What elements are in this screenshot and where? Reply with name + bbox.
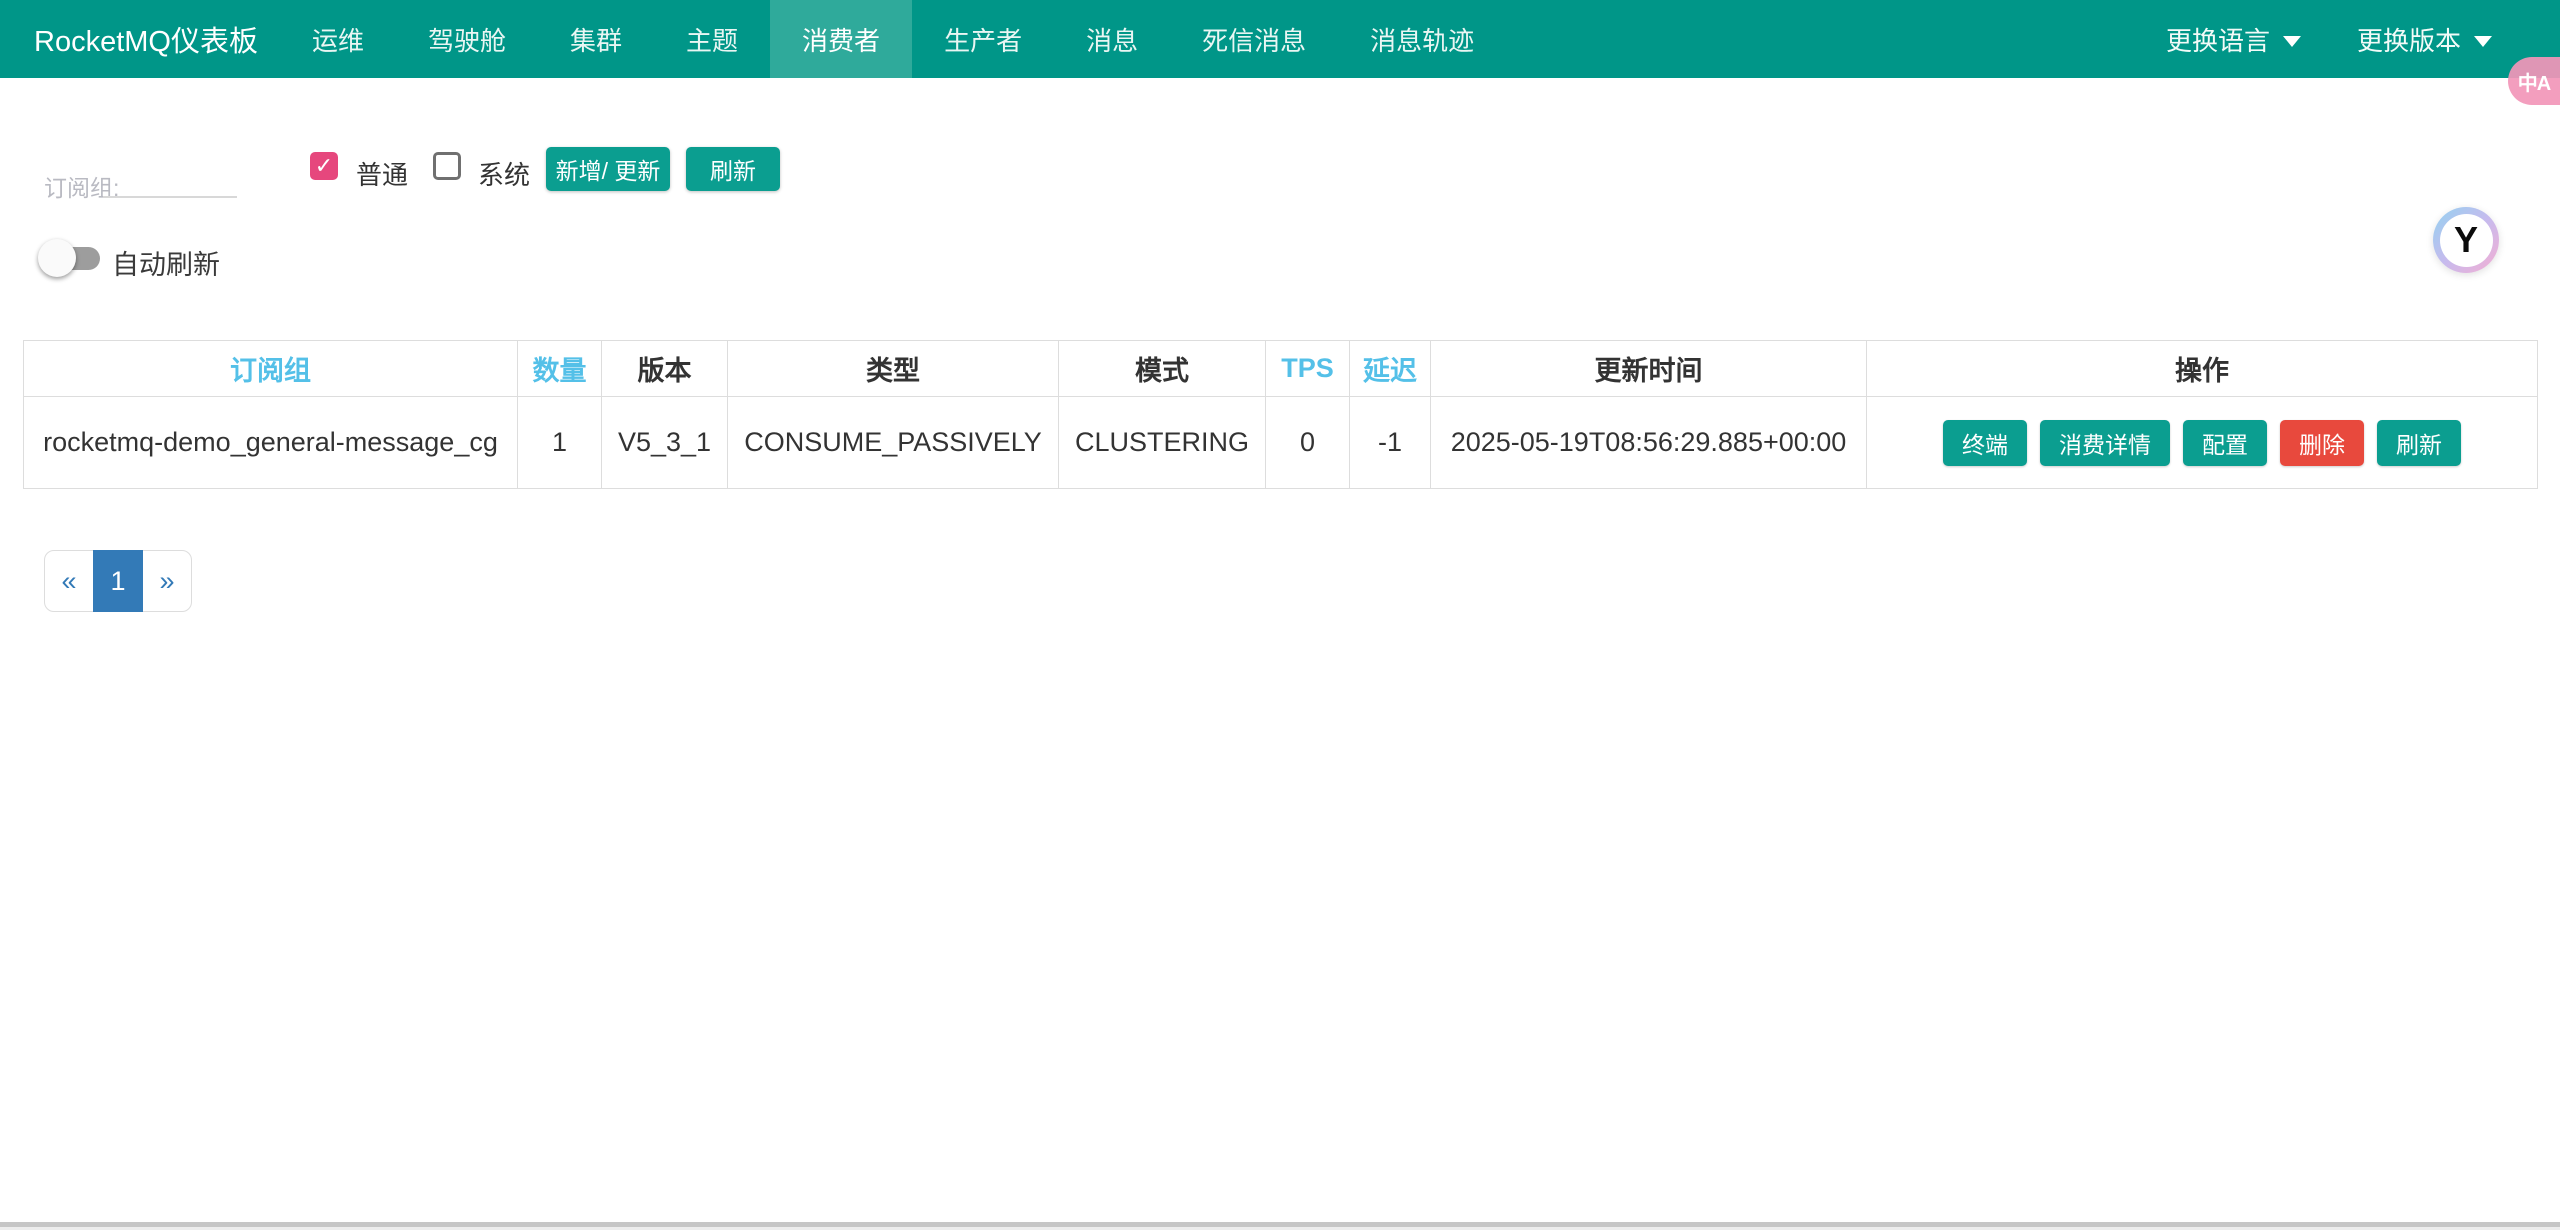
normal-checkbox[interactable]: ✓	[310, 152, 338, 180]
assistant-logo-icon: Y	[2440, 214, 2493, 267]
pagination-page-1[interactable]: 1	[93, 550, 143, 612]
consumer-group-table: 订阅组 数量 版本 类型 模式 TPS 延迟 更新时间 操作 rocketmq-…	[23, 340, 2537, 489]
nav-item-message-trace[interactable]: 消息轨迹	[1338, 0, 1506, 78]
header-type: 类型	[728, 341, 1059, 397]
change-language-label: 更换语言	[2166, 21, 2270, 58]
nav-item-dlq-message[interactable]: 死信消息	[1170, 0, 1338, 78]
cell-subscription-group: rocketmq-demo_general-message_cg	[24, 397, 518, 489]
pagination-next[interactable]: »	[142, 550, 192, 612]
header-quantity[interactable]: 数量	[518, 341, 602, 397]
config-button[interactable]: 配置	[2183, 420, 2267, 466]
translate-extension-icon[interactable]: 中A	[2508, 57, 2560, 105]
cell-type: CONSUME_PASSIVELY	[728, 397, 1059, 489]
translate-badge-glyph: 中A	[2518, 67, 2550, 96]
navbar-right: 更换语言 更换版本	[2138, 0, 2560, 78]
pagination-prev[interactable]: «	[44, 550, 94, 612]
refresh-button[interactable]: 刷新	[686, 147, 780, 191]
check-icon: ✓	[315, 153, 333, 179]
add-update-button[interactable]: 新增/ 更新	[546, 147, 670, 191]
row-refresh-button[interactable]: 刷新	[2377, 420, 2461, 466]
header-version: 版本	[602, 341, 728, 397]
toggle-thumb	[38, 239, 76, 277]
header-mode: 模式	[1059, 341, 1266, 397]
caret-down-icon	[2283, 36, 2301, 47]
nav-item-message[interactable]: 消息	[1054, 0, 1170, 78]
normal-checkbox-label[interactable]: 普通	[356, 155, 408, 192]
cell-update-time: 2025-05-19T08:56:29.885+00:00	[1431, 397, 1867, 489]
horizontal-scrollbar-thumb[interactable]	[0, 1222, 2560, 1227]
change-language-dropdown[interactable]: 更换语言	[2138, 0, 2329, 78]
cell-mode: CLUSTERING	[1059, 397, 1266, 489]
table-row: rocketmq-demo_general-message_cg 1 V5_3_…	[24, 397, 2538, 489]
pagination: « 1 »	[44, 550, 192, 612]
consume-detail-button[interactable]: 消费详情	[2040, 420, 2170, 466]
assistant-floating-button[interactable]: Y	[2433, 207, 2499, 273]
system-checkbox-label[interactable]: 系统	[478, 155, 530, 192]
header-delay[interactable]: 延迟	[1350, 341, 1431, 397]
table-header-row: 订阅组 数量 版本 类型 模式 TPS 延迟 更新时间 操作	[24, 341, 2538, 397]
top-navbar: RocketMQ仪表板 运维 驾驶舱 集群 主题 消费者 生产者 消息 死信消息…	[0, 0, 2560, 78]
cell-quantity: 1	[518, 397, 602, 489]
nav-item-ops[interactable]: 运维	[280, 0, 396, 78]
delete-button[interactable]: 删除	[2280, 420, 2364, 466]
cell-version: V5_3_1	[602, 397, 728, 489]
header-subscription-group[interactable]: 订阅组	[24, 341, 518, 397]
nav-item-topic[interactable]: 主题	[654, 0, 770, 78]
main-nav: 运维 驾驶舱 集群 主题 消费者 生产者 消息 死信消息 消息轨迹	[280, 0, 1506, 78]
header-update-time: 更新时间	[1431, 341, 1867, 397]
header-tps[interactable]: TPS	[1266, 341, 1350, 397]
cell-delay: -1	[1350, 397, 1431, 489]
nav-item-producer[interactable]: 生产者	[912, 0, 1054, 78]
client-button[interactable]: 终端	[1943, 420, 2027, 466]
auto-refresh-label: 自动刷新	[112, 243, 220, 282]
change-version-dropdown[interactable]: 更换版本	[2329, 0, 2520, 78]
nav-item-cluster[interactable]: 集群	[538, 0, 654, 78]
caret-down-icon	[2474, 36, 2492, 47]
nav-item-dashboard[interactable]: 驾驶舱	[396, 0, 538, 78]
nav-item-consumer[interactable]: 消费者	[770, 0, 912, 78]
system-checkbox[interactable]	[433, 152, 461, 180]
subscription-group-input[interactable]	[103, 160, 237, 198]
cell-tps: 0	[1266, 397, 1350, 489]
auto-refresh-toggle[interactable]	[38, 238, 102, 278]
header-operations: 操作	[1867, 341, 2538, 397]
change-version-label: 更换版本	[2357, 21, 2461, 58]
cell-operations: 终端 消费详情 配置 删除 刷新	[1867, 397, 2538, 489]
app-title[interactable]: RocketMQ仪表板	[0, 0, 280, 78]
